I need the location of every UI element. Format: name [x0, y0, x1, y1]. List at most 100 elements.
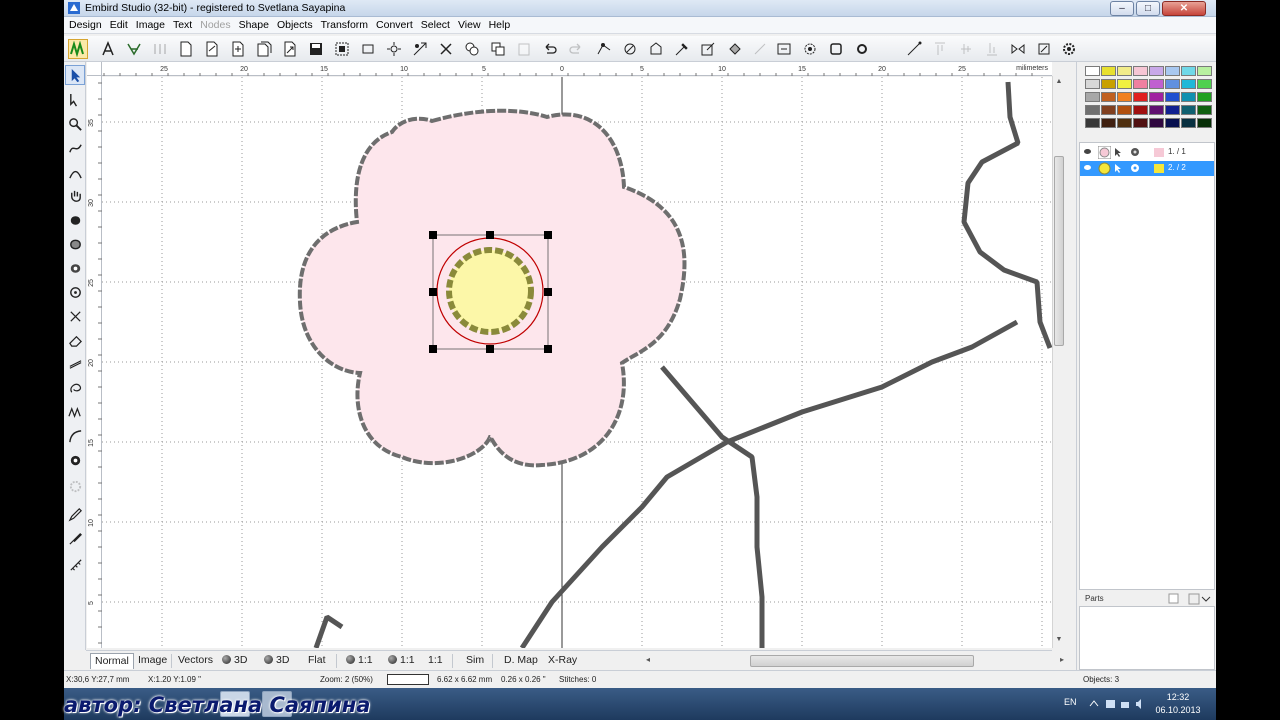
redo-button[interactable]: [566, 39, 586, 59]
palette-swatch[interactable]: [1181, 66, 1196, 76]
palette-swatch[interactable]: [1117, 79, 1132, 89]
parts-chevron-down-icon[interactable]: [1201, 596, 1211, 602]
freehand-tool[interactable]: [65, 138, 85, 158]
zigzag-tool[interactable]: [65, 402, 85, 422]
palette-swatch[interactable]: [1165, 66, 1180, 76]
settings-button[interactable]: [852, 39, 872, 59]
horizontal-scrollbar[interactable]: ◂ ▸: [646, 655, 1070, 667]
menu-text[interactable]: Text: [169, 17, 196, 33]
node-edit-button[interactable]: [594, 39, 614, 59]
tab-xray[interactable]: X-Ray: [544, 653, 581, 669]
align-bottom-button[interactable]: [982, 39, 1002, 59]
open-button[interactable]: [202, 39, 222, 59]
tray-volume-icon[interactable]: [1136, 699, 1141, 709]
tab-3d-1[interactable]: 3D: [218, 653, 251, 669]
text-tool-button[interactable]: [98, 39, 118, 59]
node-tool[interactable]: [65, 90, 85, 110]
brush-tool[interactable]: [65, 528, 85, 548]
scroll-left-arrow[interactable]: ◂: [646, 655, 650, 664]
palette-swatch[interactable]: [1149, 118, 1164, 128]
close-button[interactable]: ✕: [1162, 1, 1206, 16]
outline-tool[interactable]: [65, 234, 85, 254]
options-button[interactable]: [1059, 39, 1079, 59]
palette-swatch[interactable]: [1133, 105, 1148, 115]
palette-swatch[interactable]: [1101, 105, 1116, 115]
select-points-button[interactable]: [384, 39, 404, 59]
tray-network-icon[interactable]: [1121, 702, 1129, 708]
align-middle-button[interactable]: [956, 39, 976, 59]
menu-transform[interactable]: Transform: [317, 17, 372, 33]
scroll-down-arrow[interactable]: ▼: [1053, 636, 1065, 643]
auto-digitize-button[interactable]: [68, 39, 88, 59]
line-tool[interactable]: [65, 354, 85, 374]
edit-shape-button[interactable]: [698, 39, 718, 59]
menu-shape[interactable]: Shape: [235, 17, 273, 33]
save-button[interactable]: [306, 39, 326, 59]
drawing-canvas[interactable]: [102, 77, 1052, 648]
menu-edit[interactable]: Edit: [106, 17, 132, 33]
ellipse-tool[interactable]: [65, 282, 85, 302]
palette-swatch[interactable]: [1085, 66, 1100, 76]
palette-swatch[interactable]: [1149, 92, 1164, 102]
palette-swatch[interactable]: [1133, 92, 1148, 102]
tab-1to1-b[interactable]: 1:1: [384, 653, 419, 669]
menu-design[interactable]: Design: [65, 17, 106, 33]
horizontal-scroll-thumb[interactable]: [750, 655, 974, 667]
palette-swatch[interactable]: [1117, 92, 1132, 102]
language-indicator[interactable]: EN: [1064, 697, 1077, 707]
duplicate-button[interactable]: [488, 39, 508, 59]
shape-fill-tool[interactable]: [65, 210, 85, 230]
tab-flat[interactable]: Flat: [304, 653, 330, 669]
tab-dmap[interactable]: D. Map: [500, 653, 542, 669]
object-row-2[interactable]: 2. / 2: [1080, 161, 1214, 176]
gear-tool[interactable]: [65, 476, 85, 496]
maximize-button[interactable]: □: [1136, 1, 1160, 16]
monogram-button[interactable]: [124, 39, 144, 59]
color-palette[interactable]: [1085, 66, 1214, 136]
undo-button[interactable]: [540, 39, 560, 59]
palette-swatch[interactable]: [1101, 92, 1116, 102]
minimize-button[interactable]: –: [1110, 1, 1134, 16]
delete-button[interactable]: [436, 39, 456, 59]
tab-3d-2[interactable]: 3D: [260, 653, 293, 669]
shape-button[interactable]: [646, 39, 666, 59]
clock-time[interactable]: 12:32: [1154, 692, 1202, 702]
smooth-button[interactable]: [620, 39, 640, 59]
tab-sim[interactable]: Sim: [462, 653, 488, 669]
palette-swatch[interactable]: [1085, 92, 1100, 102]
palette-swatch[interactable]: [1165, 92, 1180, 102]
bezier-tool[interactable]: [65, 162, 85, 182]
reshape-button[interactable]: [800, 39, 820, 59]
new-button[interactable]: [176, 39, 196, 59]
palette-swatch[interactable]: [1149, 105, 1164, 115]
palette-swatch[interactable]: [1117, 66, 1132, 76]
export-button[interactable]: [280, 39, 300, 59]
hoop-button[interactable]: [332, 39, 352, 59]
palette-swatch[interactable]: [1197, 92, 1212, 102]
knife-tool[interactable]: [65, 306, 85, 326]
align-top-button[interactable]: [930, 39, 950, 59]
palette-swatch[interactable]: [1133, 79, 1148, 89]
parts-maximize-icon[interactable]: [1188, 593, 1200, 605]
scroll-up-arrow[interactable]: ▲: [1053, 78, 1065, 85]
scroll-right-arrow[interactable]: ▸: [1060, 655, 1064, 664]
palette-swatch[interactable]: [1085, 79, 1100, 89]
menu-objects[interactable]: Objects: [273, 17, 317, 33]
tray-app-icon[interactable]: [1106, 700, 1115, 708]
tab-1to1-a[interactable]: 1:1: [342, 653, 377, 669]
clock-date[interactable]: 06.10.2013: [1154, 705, 1202, 715]
import-button[interactable]: [228, 39, 248, 59]
palette-swatch[interactable]: [1181, 105, 1196, 115]
paste-button[interactable]: [514, 39, 534, 59]
palette-swatch[interactable]: [1085, 118, 1100, 128]
rotate-button[interactable]: [1034, 39, 1054, 59]
palette-swatch[interactable]: [1197, 66, 1212, 76]
zoom-tool[interactable]: [65, 114, 85, 134]
lasso-tool[interactable]: [65, 378, 85, 398]
palette-swatch[interactable]: [1181, 79, 1196, 89]
palette-swatch[interactable]: [1197, 79, 1212, 89]
split-button[interactable]: [150, 39, 170, 59]
palette-swatch[interactable]: [1149, 66, 1164, 76]
hand-tool[interactable]: [65, 186, 85, 206]
eye-icon[interactable]: [1084, 149, 1091, 154]
